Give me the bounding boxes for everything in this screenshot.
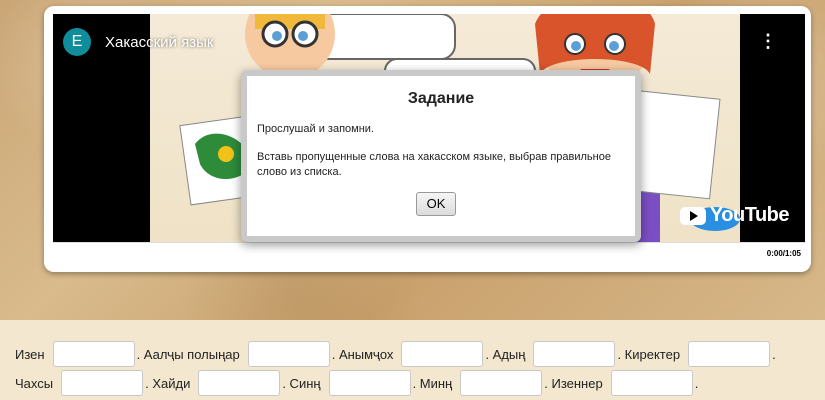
video-title[interactable]: Хакасский язык — [105, 34, 213, 51]
word-label: . Анымҷох — [331, 346, 394, 362]
answer-input[interactable] — [52, 341, 135, 367]
word-label: . Минң — [412, 375, 453, 391]
word-label: . — [694, 375, 699, 391]
dialog-instruction-1: Прослушай и запомни. — [257, 123, 374, 135]
video-time: 0:00/1:05 — [766, 249, 801, 258]
dialog-instruction-2: Вставь пропущенные слова на хакасском яз… — [257, 151, 611, 178]
ok-button[interactable]: OK — [416, 192, 456, 216]
word-label: . Изеннер — [544, 375, 603, 391]
word-label: Чахсы — [15, 375, 54, 391]
exercise-row-1: Изен . Аалҷы полыңар . Анымҷох . Адың . … — [15, 341, 776, 367]
answer-input[interactable] — [533, 341, 616, 367]
word-label: . Хайди — [145, 375, 191, 391]
youtube-play-icon — [679, 206, 706, 225]
task-dialog: Задание Прослушай и запомни. Вставь проп… — [241, 70, 641, 242]
word-label: Изен — [15, 346, 45, 362]
word-label: . Адың — [485, 346, 526, 362]
word-label: . — [772, 346, 776, 362]
dialog-title: Задание — [407, 90, 475, 107]
answer-input[interactable] — [247, 341, 330, 367]
answer-input[interactable] — [198, 370, 281, 396]
word-label: . Синң — [282, 375, 321, 391]
channel-avatar[interactable]: E — [63, 28, 91, 56]
word-label: . Киректер — [617, 346, 681, 362]
answer-input[interactable] — [401, 341, 484, 367]
youtube-logo[interactable]: YouTube — [679, 204, 790, 227]
answer-input[interactable] — [688, 341, 771, 367]
word-label: . Аалҷы полыңар — [136, 346, 240, 362]
exercise-row-2: Чахсы . Хайди . Синң . Минң . Изеннер . — [15, 370, 698, 396]
answer-input[interactable] — [61, 370, 144, 396]
answer-input[interactable] — [460, 370, 543, 396]
youtube-logo-text: YouTube — [709, 204, 790, 226]
video-controls[interactable]: 0:00/1:05 — [53, 242, 805, 265]
more-vert-icon[interactable]: ⋮ — [759, 32, 777, 50]
answer-input[interactable] — [610, 370, 693, 396]
answer-input[interactable] — [328, 370, 411, 396]
